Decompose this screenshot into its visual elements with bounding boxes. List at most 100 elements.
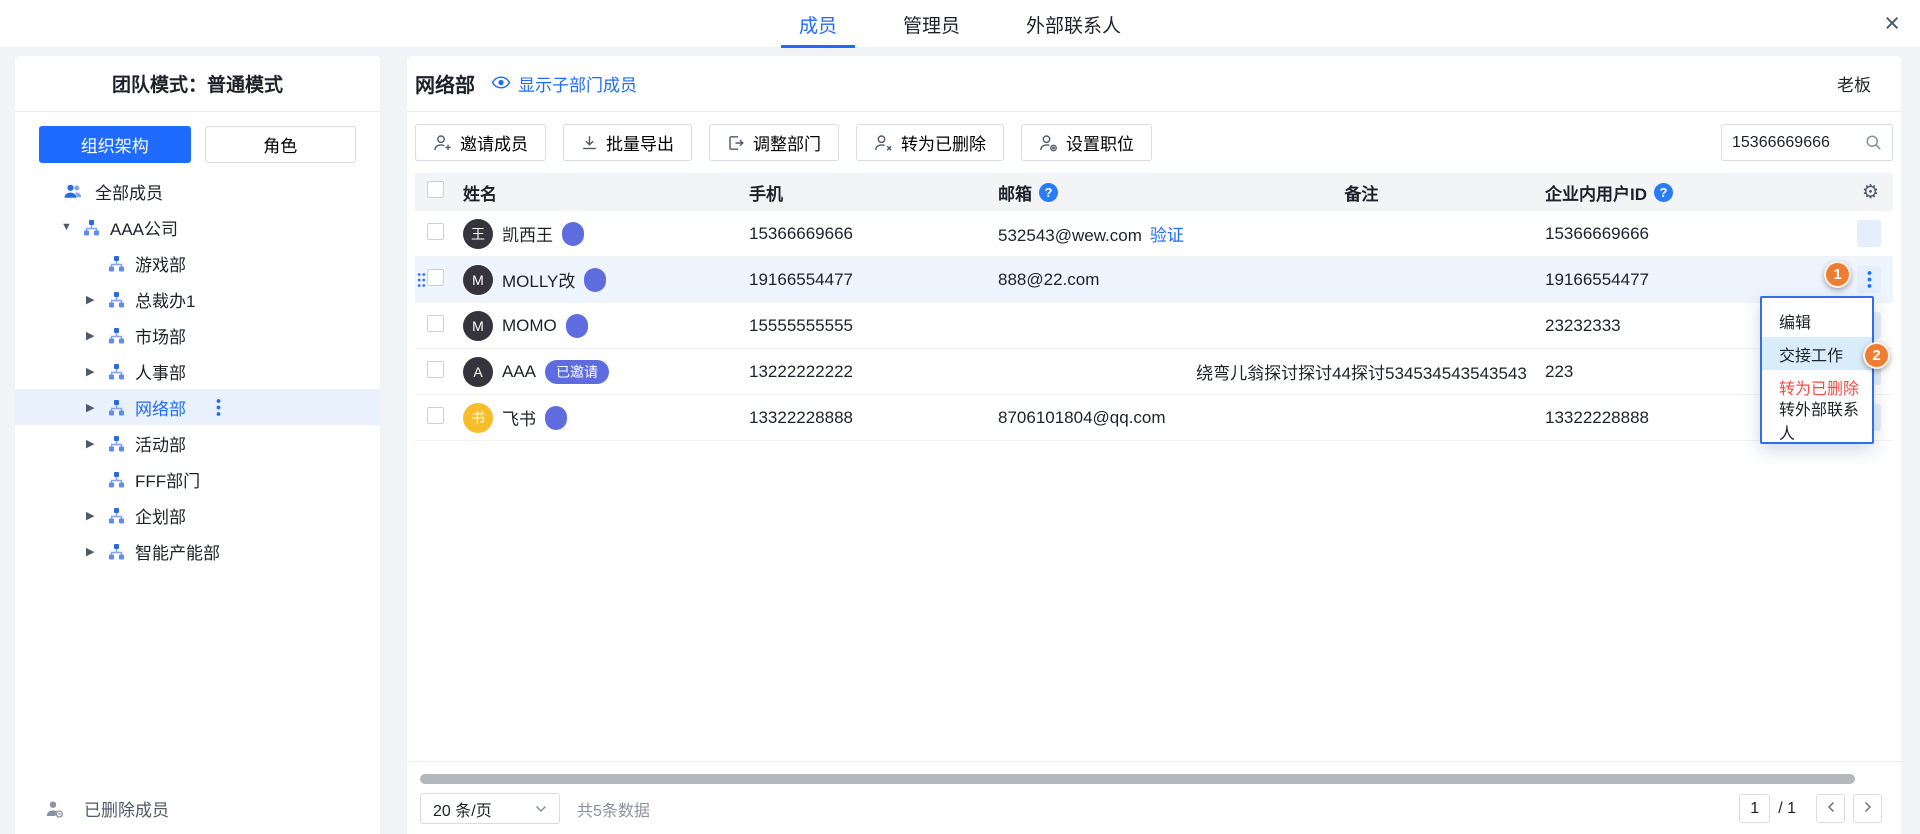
caret-icon[interactable]: ▶ (86, 509, 108, 522)
email-help-icon[interactable]: ? (1039, 183, 1058, 202)
member-phone: 13322228888 (749, 408, 998, 428)
department-label: 企划部 (135, 503, 186, 528)
toolbar-button[interactable]: 转为已删除 (856, 124, 1004, 161)
team-mode-title: 团队模式：普通模式 (15, 56, 380, 112)
sidebar-department-item[interactable]: ▶ 网络部 (15, 389, 380, 425)
toolbar-button-icon (581, 134, 598, 152)
all-members-label: 全部成员 (95, 179, 163, 204)
invited-badge (545, 406, 567, 430)
people-icon (63, 183, 83, 200)
row-checkbox[interactable] (427, 315, 444, 332)
pager: 1 / 1 (1739, 794, 1882, 823)
sidebar-item-deleted-members[interactable]: 已删除成员 (45, 796, 169, 821)
org-icon (83, 219, 100, 236)
search-box (1721, 124, 1893, 161)
page-size-select[interactable]: 20 条/页 (420, 793, 560, 824)
show-subdepartment-label: 显示子部门成员 (518, 71, 637, 96)
sidebar-department-item[interactable]: 游戏部 (15, 245, 380, 281)
close-icon[interactable]: × (1884, 8, 1900, 38)
department-label: 总裁办1 (135, 287, 195, 312)
row-checkbox[interactable] (427, 269, 444, 286)
row-more-button[interactable] (1857, 266, 1881, 293)
org-icon (108, 435, 125, 452)
eye-icon (491, 74, 511, 94)
caret-icon[interactable]: ▶ (86, 545, 108, 558)
context-menu-item[interactable]: 交接工作 (1762, 337, 1872, 370)
org-icon (108, 363, 125, 380)
select-all-checkbox[interactable] (427, 181, 444, 198)
context-menu-item[interactable]: 编辑 (1762, 304, 1872, 337)
toolbar-button[interactable]: 批量导出 (563, 124, 692, 161)
sidebar-department-item[interactable]: ▶ 企划部 (15, 497, 380, 533)
org-structure-button[interactable]: 组织架构 (39, 126, 191, 163)
sidebar-department-item[interactable]: ▶ 人事部 (15, 353, 380, 389)
row-checkbox[interactable] (427, 223, 444, 240)
verify-link[interactable]: 验证 (1150, 226, 1184, 245)
avatar: M (463, 311, 493, 341)
tab[interactable]: 成员 (795, 0, 841, 48)
department-title: 网络部 (415, 69, 475, 98)
avatar: M (463, 265, 493, 295)
caret-icon[interactable]: ▶ (86, 293, 108, 306)
tab[interactable]: 外部联系人 (1022, 0, 1125, 48)
invited-badge (566, 314, 588, 338)
toolbar-button[interactable]: 邀请成员 (415, 124, 546, 161)
sidebar-department-item[interactable]: FFF部门 (15, 461, 380, 497)
toolbar-button-icon (433, 134, 452, 152)
sidebar-department-item[interactable]: ▶ 活动部 (15, 425, 380, 461)
org-icon (108, 543, 125, 560)
invited-badge (584, 268, 606, 292)
col-header-user-id: 企业内用户ID ? (1545, 180, 1775, 205)
drag-handle[interactable] (415, 272, 427, 288)
sidebar-department-item[interactable]: ▼ AAA公司 (15, 209, 380, 245)
table-row[interactable]: M MOLLY改 19166554477 888@22.com 19166554… (415, 257, 1893, 303)
page-size-value: 20 条/页 (433, 797, 492, 821)
caret-icon[interactable]: ▼ (61, 221, 83, 233)
caret-icon[interactable]: ▶ (86, 365, 108, 378)
owner-label: 老板 (1837, 71, 1871, 96)
table-row[interactable]: A AAA 已邀请 13222222222 绕弯儿翁探讨探讨44探讨534534… (415, 349, 1893, 395)
sidebar-department-item[interactable]: ▶ 市场部 (15, 317, 380, 353)
sidebar-department-item[interactable]: ▶ 总裁办1 (15, 281, 380, 317)
horizontal-scrollbar[interactable] (420, 774, 1855, 784)
department-more-icon[interactable] (216, 398, 221, 417)
org-icon (108, 327, 125, 344)
search-input[interactable] (1732, 134, 1859, 152)
prev-page-button[interactable] (1816, 794, 1845, 823)
caret-icon[interactable]: ▶ (86, 329, 108, 342)
next-page-button[interactable] (1853, 794, 1882, 823)
table-body: 王 凯西王 15366669666 532543@wew.com验证 15366… (415, 211, 1893, 441)
toolbar-button[interactable]: 设置职位 (1021, 124, 1152, 161)
toolbar-button-label: 调整部门 (753, 130, 821, 155)
org-icon (108, 399, 125, 416)
roles-button[interactable]: 角色 (205, 126, 357, 163)
member-user-id: 15366669666 (1545, 224, 1775, 244)
row-checkbox[interactable] (427, 361, 444, 378)
table-row[interactable]: 书 飞书 13322228888 8706101804@qq.com 13322… (415, 395, 1893, 441)
row-more-button[interactable] (1857, 220, 1881, 247)
caret-icon[interactable]: ▶ (86, 401, 108, 414)
toolbar-button-label: 转为已删除 (901, 130, 986, 155)
table-row[interactable]: 王 凯西王 15366669666 532543@wew.com验证 15366… (415, 211, 1893, 257)
column-settings-gear-icon[interactable]: ⚙ (1862, 181, 1881, 204)
context-menu-item[interactable]: 转外部联系人 (1762, 403, 1872, 436)
caret-icon[interactable]: ▶ (86, 437, 108, 450)
member-phone: 13222222222 (749, 362, 998, 382)
row-checkbox[interactable] (427, 407, 444, 424)
row-context-menu: 编辑交接工作转为已删除转外部联系人 (1760, 296, 1874, 444)
sidebar-item-all-members[interactable]: 全部成员 (15, 173, 380, 209)
user-id-help-icon[interactable]: ? (1654, 183, 1673, 202)
member-management-window: 成员 管理员 外部联系人 × 团队模式：普通模式 组织架构 角色 全部成员 ▼ AA… (0, 0, 1920, 834)
page-number-input[interactable]: 1 (1739, 794, 1770, 823)
toolbar-button[interactable]: 调整部门 (709, 124, 839, 161)
col-header-remark: 备注 (1178, 180, 1545, 205)
member-name: MOLLY改 (502, 267, 575, 292)
sidebar-department-item[interactable]: ▶ 智能产能部 (15, 533, 380, 569)
chevron-left-icon (1827, 800, 1835, 818)
table-row[interactable]: M MOMO 15555555555 23232333 (415, 303, 1893, 349)
search-icon[interactable] (1865, 134, 1882, 151)
tab[interactable]: 管理员 (899, 0, 964, 48)
toolbar-button-label: 设置职位 (1066, 130, 1134, 155)
show-subdepartment-toggle[interactable]: 显示子部门成员 (491, 71, 637, 96)
toolbar-button-label: 邀请成员 (460, 130, 528, 155)
